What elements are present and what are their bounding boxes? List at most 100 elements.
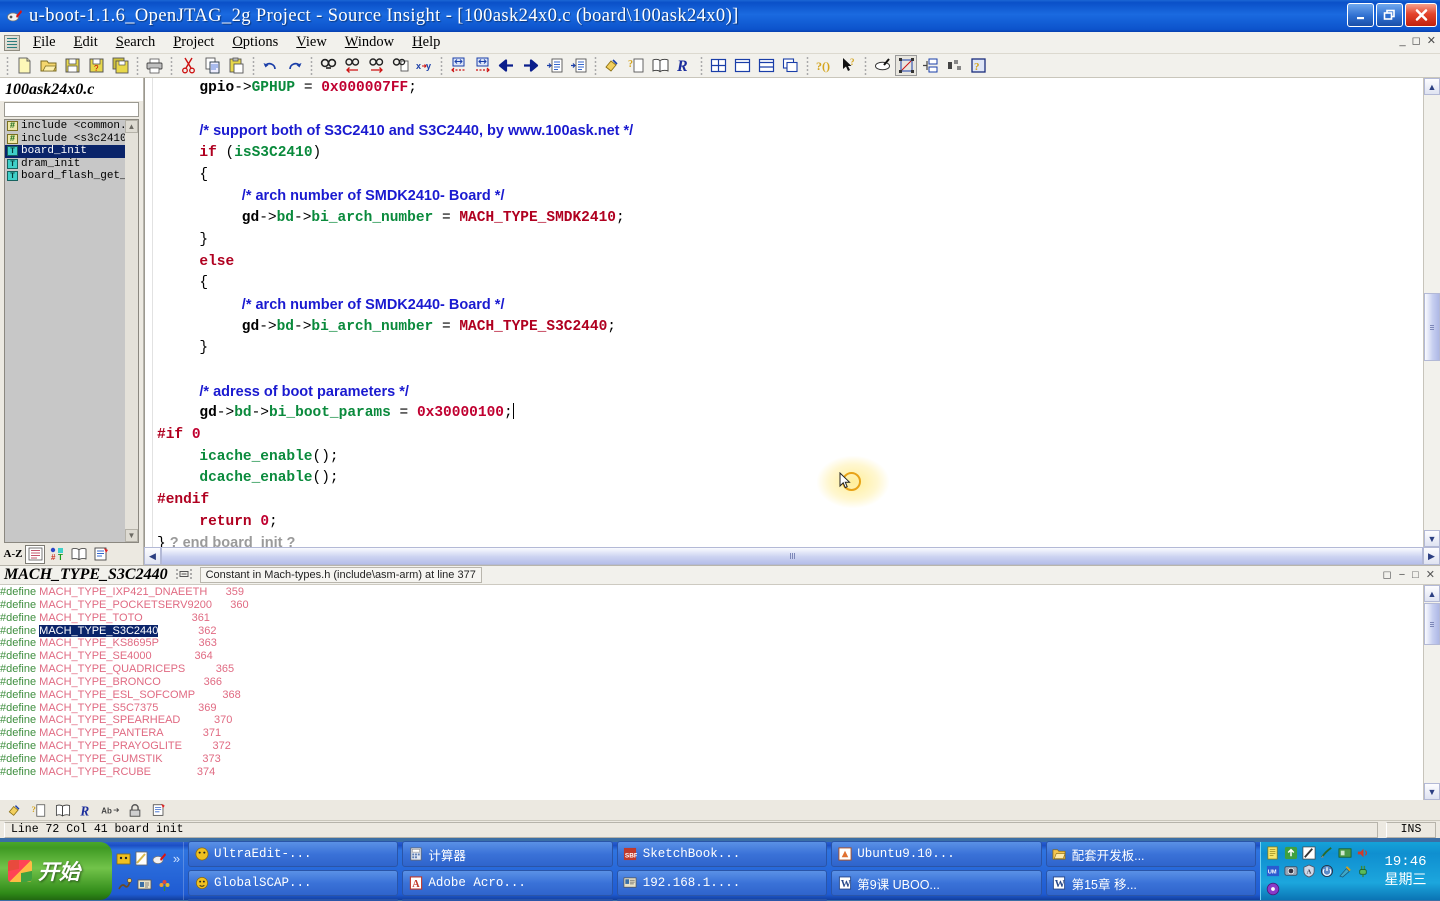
tray-clock[interactable]: 19:46 星期三 [1375, 854, 1436, 889]
define-row[interactable]: #define MACH_TYPE_POCKETSERV9200 360 [0, 599, 1423, 612]
vertical-scroll-thumb[interactable] [1424, 293, 1440, 361]
taskbar-button[interactable]: AAdobe Acro... [402, 870, 612, 896]
scroll-up-icon[interactable]: ▲ [1424, 78, 1440, 95]
define-row[interactable]: #define MACH_TYPE_IXP421_DNAEETH 359 [0, 586, 1423, 599]
taskbar-button[interactable]: 192.168.1.... [617, 870, 827, 896]
code-line[interactable]: } ? end board_init ? [145, 533, 1423, 547]
symbol-list-scrollbar[interactable]: ▲ ▼ [125, 120, 138, 542]
menu-item-window[interactable]: Window [336, 33, 403, 52]
relation-window-icon[interactable]: R [76, 801, 98, 820]
open-file-icon[interactable] [37, 55, 59, 76]
code-line[interactable]: { [145, 165, 1423, 187]
editor-vertical-scrollbar[interactable]: ▲ ▼ [1423, 78, 1440, 547]
browse-symbols-icon[interactable] [52, 801, 74, 820]
code-line[interactable]: gd->bd->bi_boot_params = 0x30000100; [145, 403, 1423, 425]
symbol-list[interactable]: include <common. include <s3c2410 board_… [4, 119, 139, 543]
scroll-up-icon[interactable]: ▲ [125, 120, 138, 133]
find-next-icon[interactable] [365, 55, 387, 76]
define-row[interactable]: #define MACH_TYPE_KS8695P 363 [0, 637, 1423, 650]
define-row[interactable]: #define MACH_TYPE_TOTO 361 [0, 612, 1423, 625]
taskbar-button[interactable]: GlobalSCAP... [188, 870, 398, 896]
symbol-list-button[interactable] [25, 545, 45, 564]
define-row[interactable]: #define MACH_TYPE_ESL_SOFCOMP 368 [0, 689, 1423, 702]
source-insight-icon[interactable] [152, 850, 167, 867]
symbol-window-icon[interactable] [871, 55, 893, 76]
define-list[interactable]: #define MACH_TYPE_IXP421_DNAEETH 359#def… [0, 585, 1423, 800]
scroll-up-icon[interactable]: ▲ [1424, 585, 1440, 602]
copy-icon[interactable] [201, 55, 223, 76]
code-line[interactable]: } [145, 230, 1423, 252]
code-line[interactable]: /* arch number of SMDK2410- Board */ [145, 186, 1423, 208]
flower-icon[interactable] [156, 876, 173, 893]
undo-icon[interactable] [259, 55, 281, 76]
scroll-down-icon[interactable]: ▼ [1424, 530, 1440, 547]
open-book-button[interactable] [69, 545, 89, 564]
network-icon[interactable] [136, 876, 153, 893]
save-icon[interactable] [61, 55, 83, 76]
define-row-selected[interactable]: #define MACH_TYPE_S3C2440 362 [0, 625, 1423, 638]
mdi-close-icon[interactable]: ✕ [1427, 34, 1436, 48]
outline-icon[interactable] [919, 55, 941, 76]
file-properties-button[interactable] [91, 545, 111, 564]
chevron-double-right-icon[interactable]: » [170, 850, 183, 867]
antivirus-icon[interactable]: A [1301, 863, 1317, 879]
bookmark-icon[interactable] [943, 55, 965, 76]
taskbar-button[interactable]: 计算器 [402, 841, 612, 867]
define-row[interactable]: #define MACH_TYPE_SPEARHEAD 370 [0, 714, 1423, 727]
start-button[interactable]: 开始 [0, 842, 112, 900]
symbol-item[interactable]: include <s3c2410 [5, 133, 138, 146]
volume-icon[interactable] [1355, 845, 1371, 861]
print-icon[interactable] [143, 55, 165, 76]
mdi-restore-icon[interactable]: ◻ [1412, 34, 1421, 48]
paste-icon[interactable] [225, 55, 247, 76]
define-row[interactable]: #define MACH_TYPE_PRAYOGLITE 372 [0, 740, 1423, 753]
code-line[interactable]: /* adress of boot parameters */ [145, 382, 1423, 404]
app-yellow-icon[interactable] [116, 850, 131, 867]
taskbar-button[interactable]: UltraEdit-... [188, 841, 398, 867]
lock-icon[interactable] [124, 801, 146, 820]
window-horizontal-icon[interactable] [731, 55, 753, 76]
brush-icon[interactable] [1319, 845, 1335, 861]
properties-icon[interactable] [148, 801, 170, 820]
mdi-minimize-icon[interactable]: _ [1400, 34, 1406, 48]
code-line[interactable]: { [145, 273, 1423, 295]
symbol-item[interactable]: include <common. [5, 120, 138, 133]
code-line[interactable]: #endif [145, 490, 1423, 512]
scroll-down-icon[interactable]: ▼ [125, 529, 138, 542]
find-previous-icon[interactable] [341, 55, 363, 76]
define-row[interactable]: #define MACH_TYPE_QUADRICEPS 365 [0, 663, 1423, 676]
code-line[interactable]: return 0; [145, 512, 1423, 534]
minimize-button[interactable] [1347, 3, 1374, 27]
scroll-down-icon[interactable]: ▼ [1424, 783, 1440, 800]
jump-to-caller-icon[interactable] [567, 55, 589, 76]
menu-item-help[interactable]: Help [403, 33, 449, 52]
restore-button[interactable] [1376, 3, 1403, 27]
code-line[interactable]: dcache_enable(); [145, 468, 1423, 490]
menu-item-search[interactable]: Search [107, 33, 164, 52]
menu-item-edit[interactable]: Edit [65, 33, 107, 52]
scroll-right-icon[interactable]: ▶ [1423, 547, 1440, 565]
taskbar-button[interactable]: W第15章 移... [1046, 870, 1256, 896]
code-line[interactable] [145, 100, 1423, 122]
code-line[interactable]: else [145, 252, 1423, 274]
plug-icon[interactable] [1355, 863, 1371, 879]
clean-icon[interactable] [1337, 863, 1353, 879]
document-icon[interactable] [1265, 845, 1281, 861]
context-help-icon[interactable]: ? [837, 55, 859, 76]
define-row[interactable]: #define MACH_TYPE_SE4000 364 [0, 650, 1423, 663]
ultramon-icon[interactable]: UM [1265, 863, 1281, 879]
define-row[interactable]: #define MACH_TYPE_BRONCO 366 [0, 676, 1423, 689]
menu-item-options[interactable]: Options [223, 33, 287, 52]
relation-window-icon[interactable]: R [673, 55, 695, 76]
screenshot-icon[interactable] [1301, 845, 1317, 861]
media-icon[interactable] [1265, 881, 1281, 897]
camera-icon[interactable] [1283, 863, 1299, 879]
scroll-left-icon[interactable]: ◀ [144, 547, 161, 565]
horizontal-scroll-track[interactable] [161, 547, 1423, 565]
smart-rename-icon[interactable] [4, 801, 26, 820]
panel-minimize-icon[interactable]: − [1399, 569, 1405, 581]
save-as-icon[interactable]: ? [85, 55, 107, 76]
define-row[interactable]: #define MACH_TYPE_RCUBE 374 [0, 766, 1423, 779]
find-icon[interactable] [317, 55, 339, 76]
jump-to-definition-icon[interactable] [543, 55, 565, 76]
